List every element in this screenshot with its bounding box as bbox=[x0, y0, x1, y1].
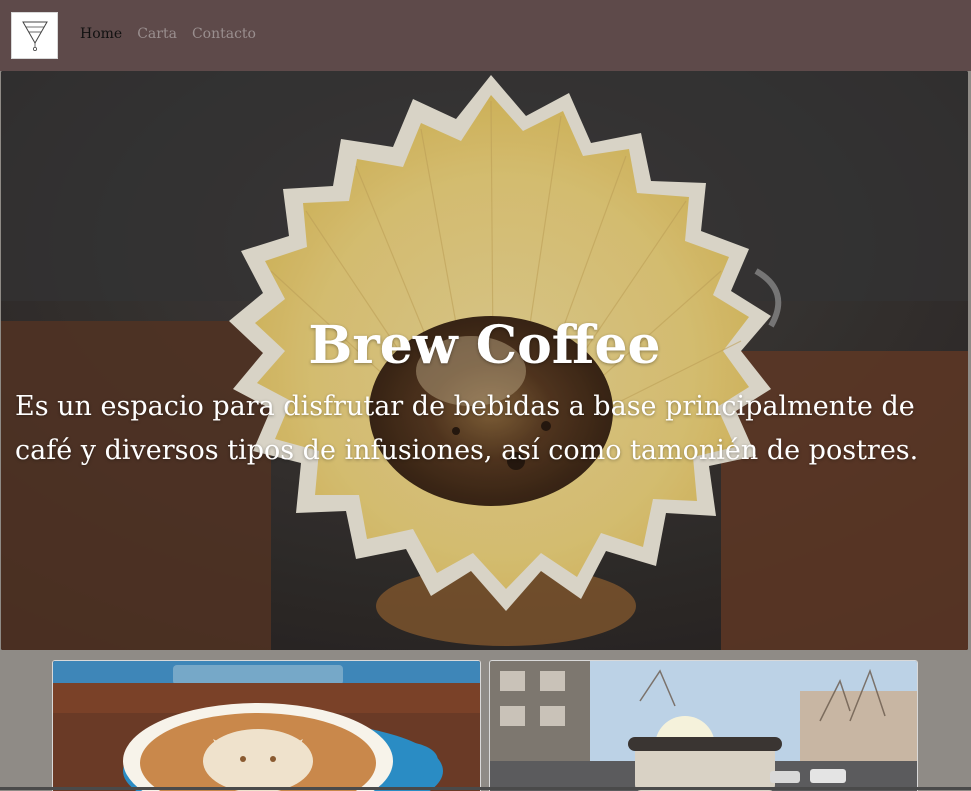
nav-link-home[interactable]: Home bbox=[80, 26, 122, 42]
street-coffee-image bbox=[490, 661, 917, 791]
logo[interactable] bbox=[11, 12, 58, 59]
nav-link-contacto[interactable]: Contacto bbox=[192, 26, 256, 42]
hero-description: Es un espacio para disfrutar de bebidas … bbox=[15, 391, 919, 466]
main-nav: Home Carta Contacto bbox=[80, 26, 256, 42]
latte-art-image bbox=[53, 661, 480, 791]
gallery bbox=[0, 650, 971, 791]
gallery-card-latte[interactable] bbox=[52, 660, 481, 791]
hero-banner: Brew Coffee Es un espacio para disfrutar… bbox=[1, 71, 968, 650]
hero-title: Brew Coffee bbox=[308, 314, 661, 376]
gallery-card-street[interactable] bbox=[489, 660, 918, 791]
brew-triangle-logo-icon bbox=[21, 21, 48, 51]
nav-link-carta[interactable]: Carta bbox=[137, 26, 177, 42]
navbar: Home Carta Contacto bbox=[0, 0, 971, 71]
